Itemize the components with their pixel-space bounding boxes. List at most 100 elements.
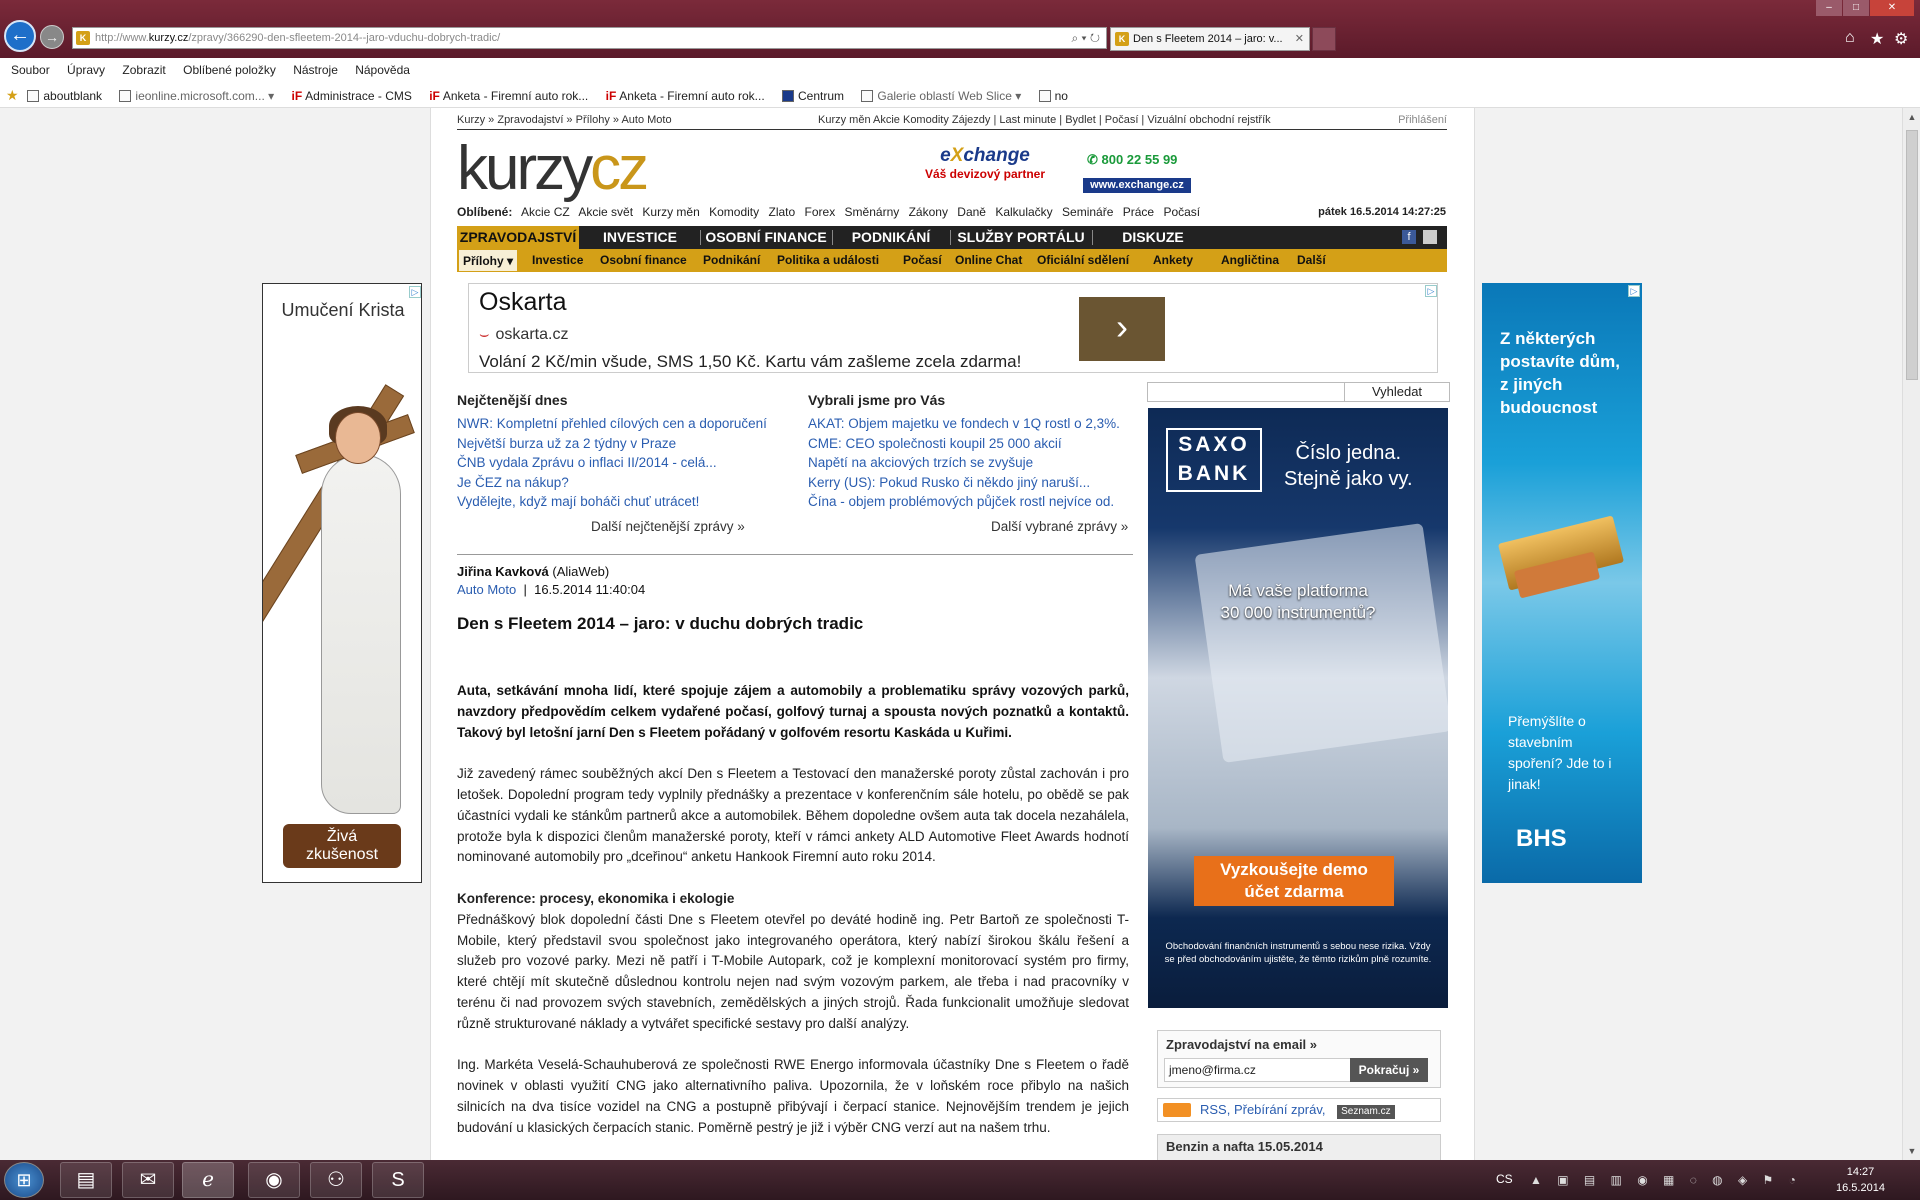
popular-link[interactable]: Semináře xyxy=(1062,205,1113,219)
news-link[interactable]: Čína - objem problémových půjček rostl n… xyxy=(808,492,1120,512)
news-link[interactable]: AKAT: Objem majetku ve fondech v 1Q rost… xyxy=(808,414,1120,434)
news-link[interactable]: Kerry (US): Pokud Rusko či někdo jiný na… xyxy=(808,473,1120,493)
firefox-taskbar-icon[interactable]: ◉ xyxy=(248,1162,300,1198)
popular-link[interactable]: Forex xyxy=(805,205,836,219)
start-button[interactable]: ⊞ xyxy=(4,1162,44,1198)
nav-diskuze[interactable]: DISKUZE xyxy=(1093,226,1213,249)
menu-nastroje[interactable]: Nástroje xyxy=(293,63,338,77)
popular-link[interactable]: Akcie CZ xyxy=(521,205,570,219)
fav-item[interactable]: iF Administrace - CMS xyxy=(292,85,412,107)
subnav-podnikani[interactable]: Podnikání xyxy=(703,249,760,271)
new-tab-button[interactable] xyxy=(1312,27,1336,51)
favorites-add-star-icon[interactable]: ★ xyxy=(6,84,24,106)
search-button[interactable]: Vyhledat xyxy=(1344,382,1450,402)
address-search-refresh-icons[interactable]: ⌕ ▾ ↻ xyxy=(1071,28,1100,48)
fav-item[interactable]: iF Anketa - Firemní auto rok... xyxy=(606,85,765,107)
top-text-ad[interactable]: Oskarta ⌣ oskarta.cz Volání 2 Kč/min všud… xyxy=(468,283,1438,373)
breadcrumb[interactable]: Kurzy » Zpravodajství » Přílohy » Auto M… xyxy=(457,114,672,126)
subnav-online-chat[interactable]: Online Chat xyxy=(955,249,1022,271)
favorites-star-icon[interactable]: ★ xyxy=(1870,29,1884,49)
popular-link[interactable]: Kurzy měn xyxy=(642,205,699,219)
menu-zobrazit[interactable]: Zobrazit xyxy=(122,63,165,77)
news-link[interactable]: Je ČEZ na nákup? xyxy=(457,473,767,493)
subnav-dalsi[interactable]: Další xyxy=(1297,249,1326,271)
popular-link[interactable]: Zlato xyxy=(768,205,795,219)
right-banner-ad[interactable]: Z některých postavíte dům, z jiných budo… xyxy=(1482,283,1642,883)
nav-osobni-finance[interactable]: OSOBNÍ FINANCE xyxy=(701,226,831,249)
seznam-button[interactable]: Seznam.cz xyxy=(1337,1105,1395,1119)
rss-link[interactable]: RSS, Přebírání zpráv, xyxy=(1200,1102,1325,1117)
subnav-ankety[interactable]: Ankety xyxy=(1153,249,1193,271)
news-link[interactable]: Napětí na akciových trzích se zvyšuje xyxy=(808,453,1120,473)
system-tray-icons[interactable]: ▲ ▣ ▤ ▥ ◉ ▦ ◌ ◍ ◈ ⚑ ◔ xyxy=(1530,1173,1802,1187)
page-scrollbar[interactable]: ▲ ▼ xyxy=(1902,108,1920,1160)
news-link[interactable]: Vydělejte, když mají boháči chuť utrácet… xyxy=(457,492,767,512)
subnav-osobni-finance[interactable]: Osobní finance xyxy=(600,249,687,271)
login-link[interactable]: Přihlášení xyxy=(1398,110,1447,130)
scroll-down-icon[interactable]: ▼ xyxy=(1903,1142,1920,1160)
subnav-prilohy[interactable]: Přílohy ▾ xyxy=(459,250,518,271)
fav-item[interactable]: aboutblank xyxy=(27,85,102,107)
rss-box[interactable]: RSS, Přebírání zpráv, Seznam.cz xyxy=(1157,1098,1441,1122)
menu-napoveda[interactable]: Nápověda xyxy=(355,63,410,77)
newsletter-heading[interactable]: Zpravodajství na email » xyxy=(1166,1037,1317,1052)
facebook-icon[interactable]: f xyxy=(1402,230,1416,244)
fav-item[interactable]: Galerie oblastí Web Slice ▾ xyxy=(861,85,1021,107)
nav-investice[interactable]: INVESTICE xyxy=(581,226,699,249)
address-bar[interactable]: K http://www.kurzy.cz/zpravy/366290-den-… xyxy=(72,27,1107,49)
taskbar-clock[interactable]: 14:27 16.5.2014 xyxy=(1836,1164,1885,1196)
news-link[interactable]: CME: CEO společnosti koupil 25 000 akcií xyxy=(808,434,1120,454)
popular-link[interactable]: Počasí xyxy=(1163,205,1200,219)
fav-item[interactable]: no xyxy=(1038,85,1068,107)
article-category-link[interactable]: Auto Moto xyxy=(457,582,516,597)
minimize-button[interactable]: – xyxy=(1816,0,1842,16)
menu-oblibene[interactable]: Oblíbené položky xyxy=(183,63,276,77)
subnav-pocasi[interactable]: Počasí xyxy=(903,249,942,271)
adchoices-icon[interactable]: ▷ xyxy=(409,286,421,298)
fav-item[interactable]: ieonline.microsoft.com... ▾ xyxy=(119,85,274,107)
nav-sluzby-portalu[interactable]: SLUŽBY PORTÁLU xyxy=(951,226,1091,249)
popular-link[interactable]: Akcie svět xyxy=(578,205,633,219)
print-icon[interactable] xyxy=(1423,230,1437,244)
explorer-taskbar-icon[interactable]: ▤ xyxy=(60,1162,112,1198)
close-window-button[interactable]: ✕ xyxy=(1870,0,1914,16)
exchange-url-link[interactable]: www.exchange.cz xyxy=(1083,178,1191,193)
nav-zpravodajstvi[interactable]: ZPRAVODAJSTVÍ xyxy=(457,226,579,249)
more-picked-link[interactable]: Další vybrané zprávy » xyxy=(991,519,1128,534)
forward-button[interactable]: → xyxy=(40,25,64,49)
saxo-demo-button[interactable]: Vyzkoušejte demo účet zdarma xyxy=(1194,856,1394,906)
browser-tab[interactable]: K Den s Fleetem 2014 – jaro: v... ✕ xyxy=(1110,27,1310,51)
kurzy-logo[interactable]: kurzycz xyxy=(457,138,649,200)
outlook-taskbar-icon[interactable]: ✉ xyxy=(122,1162,174,1198)
tab-close-icon[interactable]: ✕ xyxy=(1295,28,1304,50)
search-input[interactable] xyxy=(1147,382,1345,402)
menu-soubor[interactable]: Soubor xyxy=(11,63,50,77)
ad-arrow-button[interactable]: › xyxy=(1079,297,1165,361)
popular-link[interactable]: Směnárny xyxy=(845,205,900,219)
skype-taskbar-icon[interactable]: S xyxy=(372,1162,424,1198)
popular-link[interactable]: Kalkulačky xyxy=(995,205,1052,219)
subnav-anglictina[interactable]: Angličtina xyxy=(1221,249,1279,271)
nav-podnikani[interactable]: PODNIKÁNÍ xyxy=(833,226,949,249)
subnav-politika[interactable]: Politika a události xyxy=(777,249,879,271)
fav-item[interactable]: iF Anketa - Firemní auto rok... xyxy=(429,85,588,107)
top-service-links[interactable]: Kurzy měn Akcie Komodity Zájezdy | Last … xyxy=(818,110,1271,130)
adchoices-icon[interactable]: ▷ xyxy=(1425,285,1437,297)
network-taskbar-icon[interactable]: ⚇ xyxy=(310,1162,362,1198)
more-most-read-link[interactable]: Další nejčtenější zprávy » xyxy=(591,519,745,534)
left-ad-cta-button[interactable]: Živá zkušenost xyxy=(283,824,401,868)
home-icon[interactable]: ⌂ xyxy=(1845,29,1855,47)
news-link[interactable]: Největší burza už za 2 týdny v Praze xyxy=(457,434,767,454)
saxo-bank-ad[interactable]: SAXO BANK Číslo jedna. Stejně jako vy. Má … xyxy=(1148,408,1448,1008)
subnav-investice[interactable]: Investice xyxy=(532,249,583,271)
scrollbar-thumb[interactable] xyxy=(1906,130,1918,380)
newsletter-email-field[interactable]: jmeno@firma.cz xyxy=(1164,1058,1354,1082)
popular-link[interactable]: Komodity xyxy=(709,205,759,219)
news-link[interactable]: ČNB vydala Zprávu o inflaci II/2014 - ce… xyxy=(457,453,767,473)
back-button[interactable]: ← xyxy=(4,20,36,52)
subnav-oficialni-sdeleni[interactable]: Oficiální sdělení xyxy=(1037,249,1129,271)
fav-item[interactable]: Centrum xyxy=(782,85,844,107)
popular-link[interactable]: Práce xyxy=(1123,205,1154,219)
scroll-up-icon[interactable]: ▲ xyxy=(1903,108,1920,126)
exchange-logo[interactable]: eXchange Váš devizový partner xyxy=(905,145,1065,181)
